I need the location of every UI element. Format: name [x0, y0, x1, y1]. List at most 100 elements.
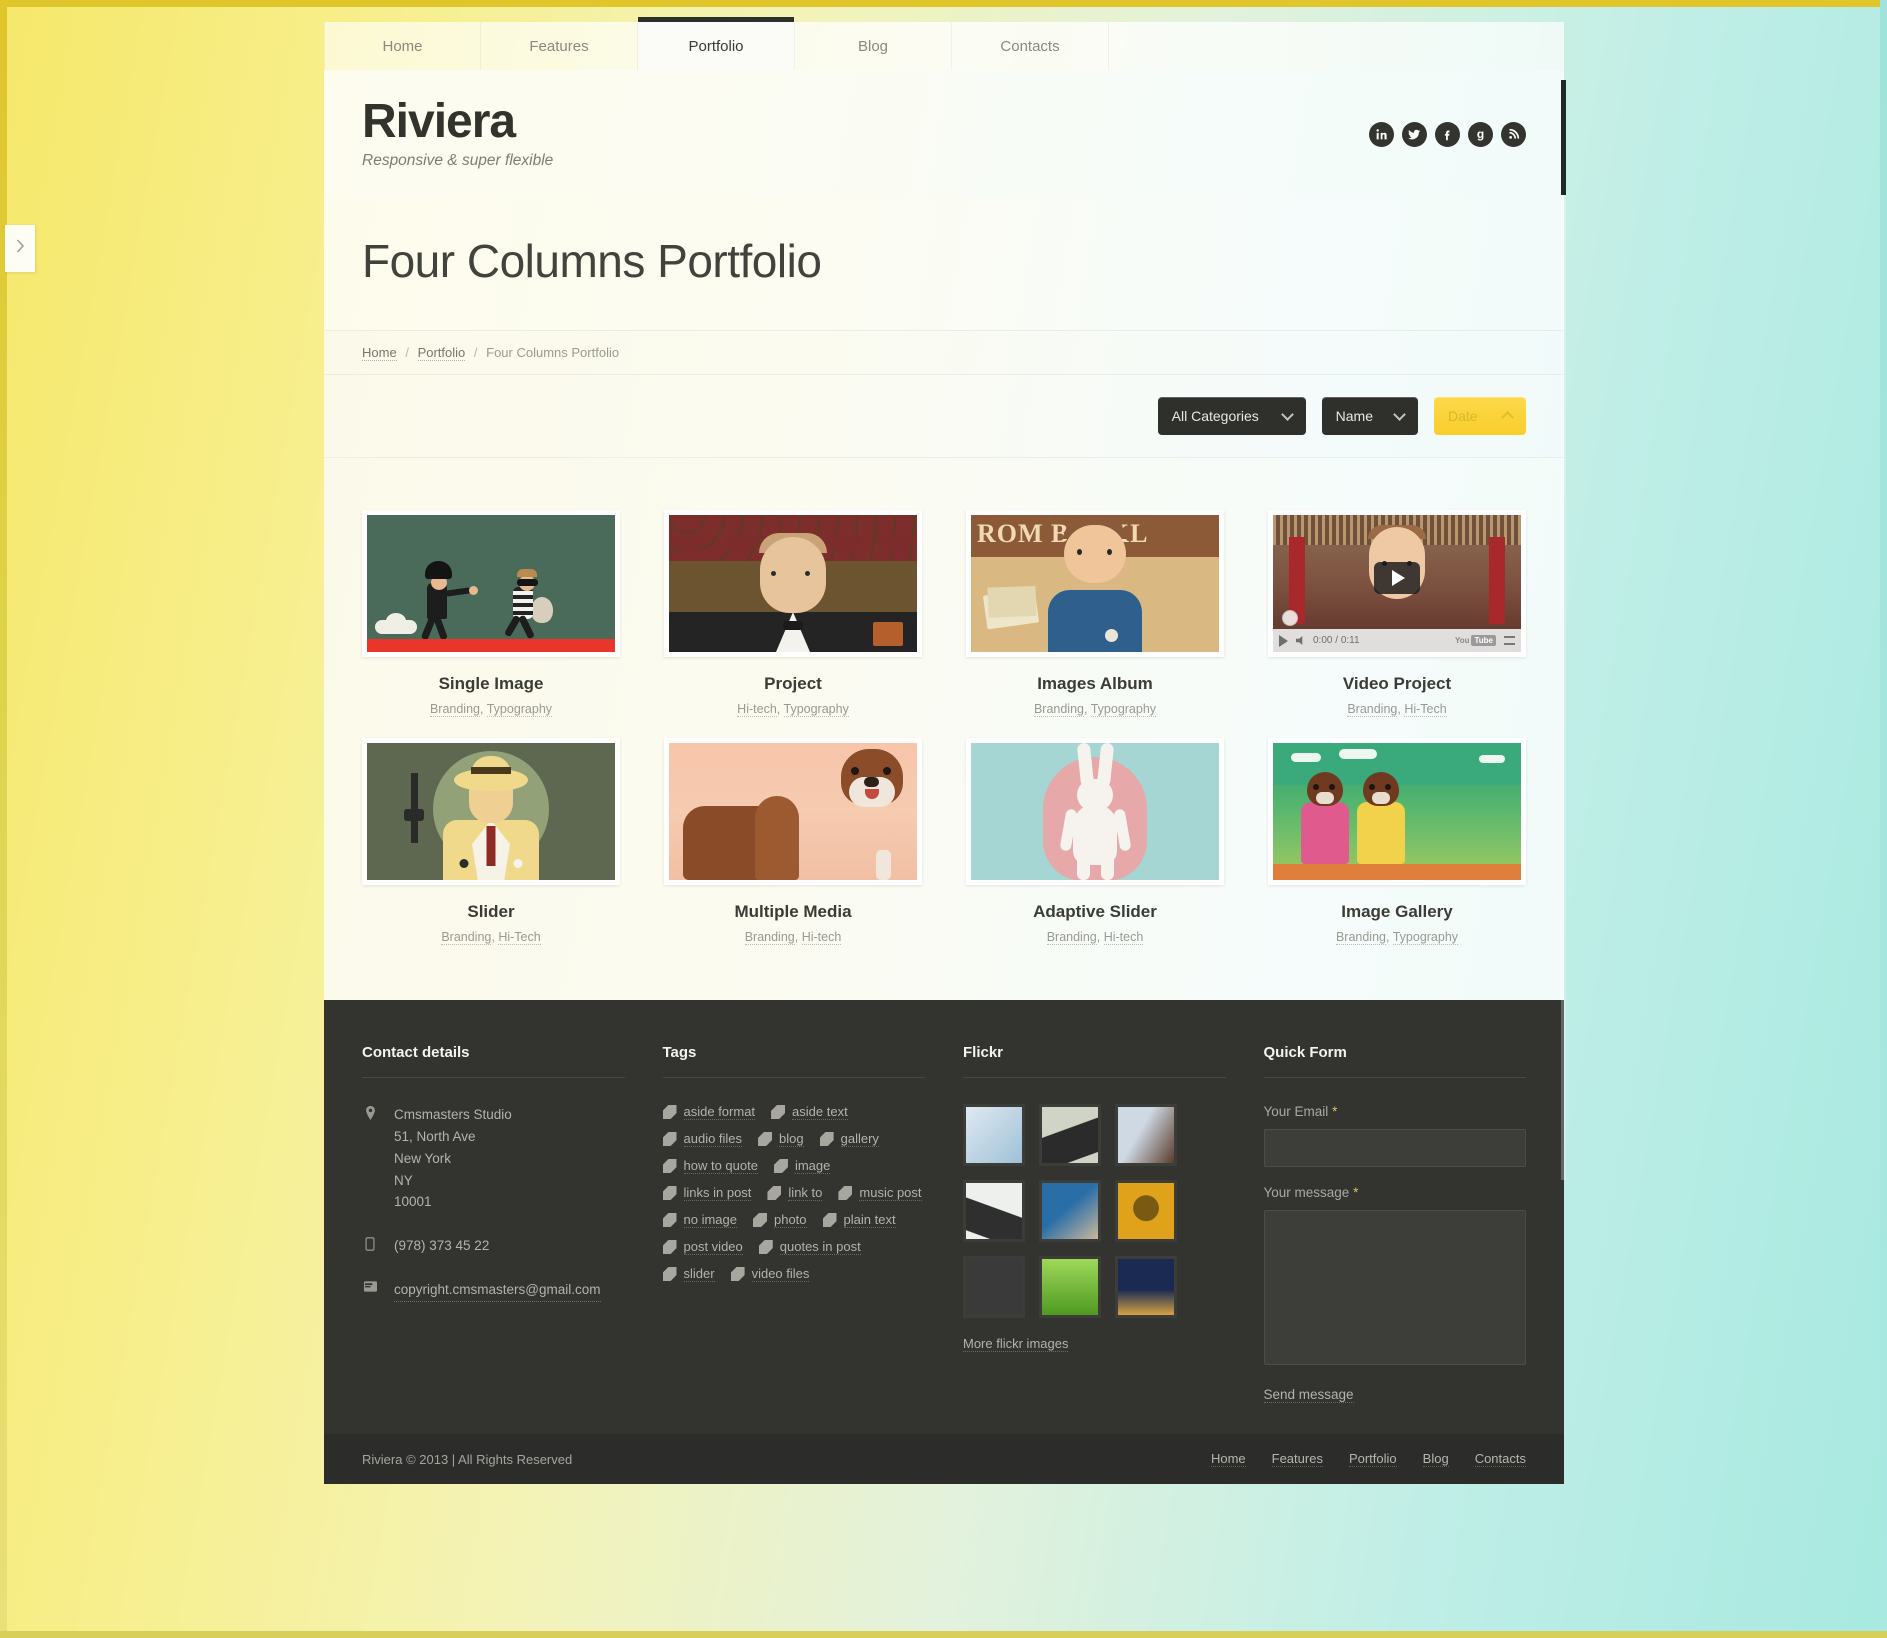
slider-dot[interactable]: [477, 859, 487, 868]
category-link[interactable]: Typography: [783, 702, 849, 717]
tag-item[interactable]: quotes in post: [758, 1239, 861, 1255]
category-link[interactable]: Branding: [1347, 702, 1398, 717]
category-link[interactable]: Branding: [1335, 930, 1386, 945]
category-link[interactable]: Branding: [429, 702, 480, 717]
tag-item[interactable]: music post: [838, 1185, 922, 1201]
sort-name-dropdown[interactable]: Name: [1321, 397, 1418, 435]
portfolio-item[interactable]: Project Hi-tech, Typography: [664, 510, 922, 717]
nav-item-contacts[interactable]: Contacts: [952, 22, 1109, 70]
portfolio-slider-thumbnail[interactable]: [367, 743, 615, 880]
category-link[interactable]: Branding: [744, 930, 795, 945]
category-link[interactable]: Hi-Tech: [1404, 702, 1447, 717]
category-filter-dropdown[interactable]: All Categories: [1157, 397, 1306, 435]
portfolio-item-title[interactable]: Image Gallery: [1341, 902, 1453, 922]
tag-item[interactable]: audio files: [662, 1131, 743, 1147]
tag-item[interactable]: aside text: [771, 1104, 848, 1120]
tag-item[interactable]: no image: [662, 1212, 737, 1228]
play-icon[interactable]: [1374, 562, 1420, 595]
tag-item[interactable]: post video: [662, 1239, 743, 1255]
fullscreen-icon[interactable]: [1504, 636, 1515, 645]
portfolio-thumbnail-frame[interactable]: ROM BURKL: [966, 510, 1224, 657]
flickr-thumb[interactable]: [1115, 1180, 1177, 1242]
category-link[interactable]: Branding: [441, 930, 492, 945]
nav-item-home[interactable]: Home: [324, 22, 481, 70]
footer-nav-contacts[interactable]: Contacts: [1474, 1451, 1526, 1467]
portfolio-thumbnail-frame[interactable]: [664, 738, 922, 885]
tag-item[interactable]: plain text: [822, 1212, 896, 1228]
page-scrollbar[interactable]: [1561, 80, 1566, 1180]
portfolio-thumbnail[interactable]: ROM BURKL: [971, 515, 1219, 652]
send-message-button[interactable]: Send message: [1263, 1387, 1354, 1403]
portfolio-thumbnail-frame[interactable]: 0:00 / 0:11 You Tube: [1268, 510, 1526, 657]
portfolio-thumbnail[interactable]: [971, 743, 1219, 880]
portfolio-thumbnail-frame[interactable]: [362, 738, 620, 885]
portfolio-thumbnail-frame[interactable]: [664, 510, 922, 657]
footer-nav-blog[interactable]: Blog: [1422, 1451, 1449, 1467]
youtube-logo[interactable]: You Tube: [1455, 635, 1496, 646]
linkedin-icon[interactable]: [1369, 121, 1394, 147]
portfolio-video-thumbnail[interactable]: 0:00 / 0:11 You Tube: [1273, 515, 1521, 652]
category-link[interactable]: Hi-tech: [1103, 930, 1144, 945]
volume-icon[interactable]: [1296, 636, 1303, 645]
portfolio-thumbnail-frame[interactable]: [966, 738, 1224, 885]
sort-date-dropdown[interactable]: Date: [1434, 397, 1526, 435]
footer-nav-home[interactable]: Home: [1210, 1451, 1246, 1467]
video-progress-knob[interactable]: [1282, 610, 1298, 626]
portfolio-item[interactable]: Adaptive Slider Branding, Hi-tech: [966, 738, 1224, 945]
message-field[interactable]: [1263, 1210, 1526, 1365]
portfolio-thumbnail[interactable]: [367, 515, 615, 652]
portfolio-item-title[interactable]: Slider: [467, 902, 514, 922]
slider-dot[interactable]: [495, 859, 505, 868]
flickr-thumb[interactable]: [963, 1180, 1025, 1242]
category-link[interactable]: Hi-Tech: [498, 930, 541, 945]
flickr-thumb[interactable]: [1039, 1180, 1101, 1242]
slider-dot[interactable]: [513, 859, 523, 868]
category-link[interactable]: Hi-tech: [737, 702, 777, 717]
nav-item-blog[interactable]: Blog: [795, 22, 952, 70]
tag-item[interactable]: video files: [730, 1266, 810, 1282]
email-field[interactable]: [1263, 1129, 1526, 1167]
category-link[interactable]: Branding: [1046, 930, 1097, 945]
slider-pagination-dots[interactable]: [459, 859, 523, 868]
rss-icon[interactable]: [1501, 121, 1526, 147]
google-plus-icon[interactable]: g: [1468, 121, 1493, 147]
portfolio-item[interactable]: Multiple Media Branding, Hi-tech: [664, 738, 922, 945]
breadcrumb-link-portfolio[interactable]: Portfolio: [417, 345, 466, 361]
flickr-thumb[interactable]: [1115, 1104, 1177, 1166]
category-link[interactable]: Typography: [486, 702, 553, 717]
flickr-thumb[interactable]: [1039, 1256, 1101, 1318]
portfolio-item[interactable]: 0:00 / 0:11 You Tube Video Project Brandi…: [1268, 510, 1526, 717]
portfolio-thumbnail-frame[interactable]: [362, 510, 620, 657]
breadcrumb-link-home[interactable]: Home: [362, 345, 397, 361]
tag-item[interactable]: blog: [758, 1131, 804, 1147]
tag-item[interactable]: slider: [662, 1266, 715, 1282]
scrollbar-thumb[interactable]: [1561, 80, 1566, 195]
portfolio-item[interactable]: Single Image Branding, Typography: [362, 510, 620, 717]
contact-email[interactable]: copyright.cmsmasters@gmail.com: [394, 1279, 601, 1303]
slider-dot-active[interactable]: [459, 859, 469, 868]
category-link[interactable]: Typography: [1090, 702, 1157, 717]
tag-item[interactable]: gallery: [819, 1131, 879, 1147]
portfolio-item[interactable]: Slider Branding, Hi-Tech: [362, 738, 620, 945]
tag-item[interactable]: link to: [767, 1185, 823, 1201]
video-play-button-icon[interactable]: [1279, 634, 1288, 647]
portfolio-item[interactable]: ROM BURKL Images Album Branding, Typogra…: [966, 510, 1224, 717]
portfolio-item[interactable]: Image Gallery Branding, Typography: [1268, 738, 1526, 945]
category-link[interactable]: Typography: [1392, 930, 1459, 945]
portfolio-item-title[interactable]: Adaptive Slider: [1033, 902, 1157, 922]
portfolio-thumbnail[interactable]: [669, 515, 917, 652]
facebook-icon[interactable]: [1435, 121, 1460, 147]
tag-item[interactable]: aside format: [662, 1104, 756, 1120]
portfolio-thumbnail[interactable]: [669, 743, 917, 880]
more-flickr-link[interactable]: More flickr images: [963, 1336, 1069, 1352]
sidebar-toggle-tab[interactable]: [5, 225, 35, 272]
logo-block[interactable]: Riviera Responsive & super flexible: [362, 98, 553, 170]
portfolio-item-title[interactable]: Images Album: [1037, 674, 1153, 694]
nav-item-features[interactable]: Features: [481, 22, 638, 70]
flickr-thumb[interactable]: [963, 1256, 1025, 1318]
tag-item[interactable]: links in post: [662, 1185, 752, 1201]
footer-nav-features[interactable]: Features: [1271, 1451, 1323, 1467]
nav-item-portfolio[interactable]: Portfolio: [638, 17, 795, 70]
tag-item[interactable]: how to quote: [662, 1158, 758, 1174]
video-control-bar[interactable]: 0:00 / 0:11 You Tube: [1273, 629, 1521, 652]
